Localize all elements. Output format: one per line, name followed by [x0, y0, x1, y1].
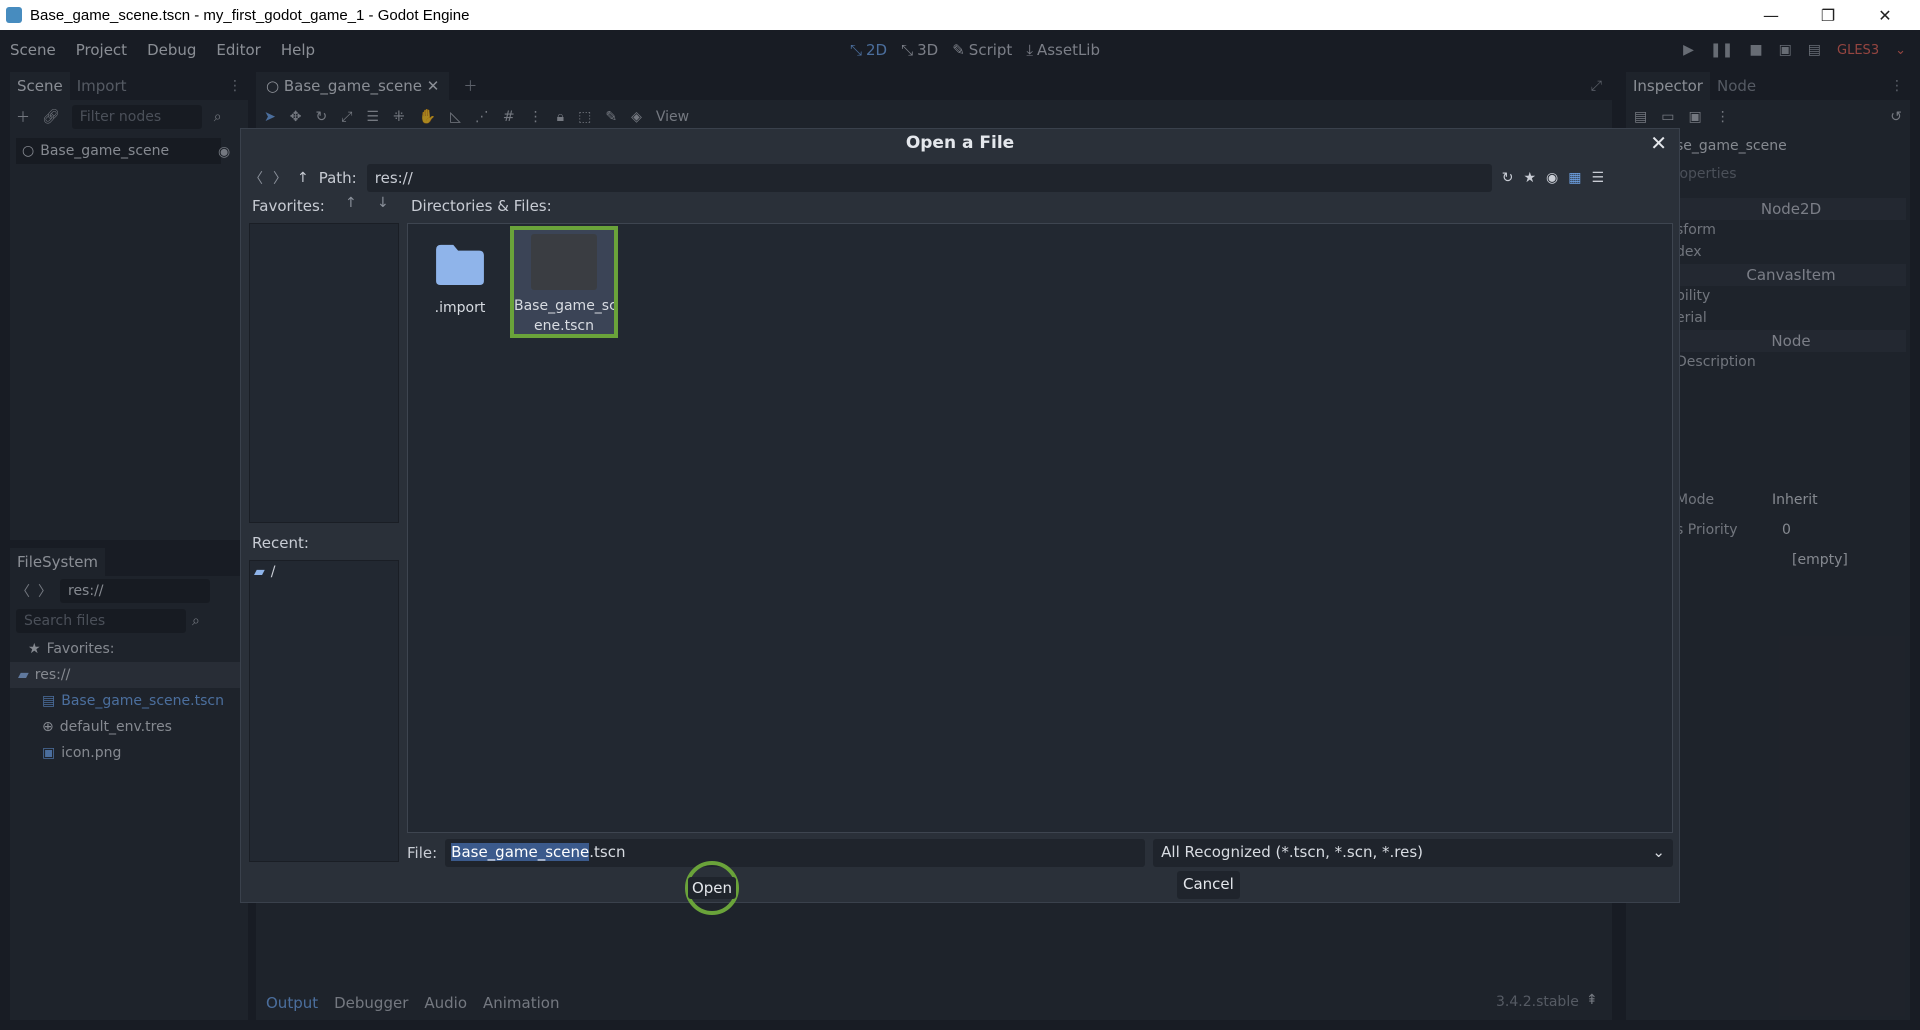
forward-icon[interactable]: 〉: [273, 168, 287, 188]
folder-item-import[interactable]: .import: [410, 232, 510, 332]
file-name-selection: Base_game_scene: [451, 843, 590, 861]
dialog-close-icon[interactable]: ✕: [1650, 131, 1667, 155]
minimize-button[interactable]: —: [1748, 0, 1794, 30]
favorite-star-icon[interactable]: ★: [1523, 170, 1536, 186]
chevron-down-icon: ⌄: [1652, 843, 1665, 861]
recent-item-label: /: [270, 564, 276, 580]
back-icon[interactable]: 〈: [249, 168, 263, 188]
file-browser-grid: .import Base_game_sc ene.tscn: [407, 223, 1673, 833]
directories-files-label: Directories & Files:: [411, 197, 552, 215]
godot-app-icon: [6, 7, 22, 23]
recent-list[interactable]: ▰ /: [249, 560, 399, 862]
dialog-title: Open a File: [905, 133, 1015, 153]
list-view-icon[interactable]: ☰: [1592, 170, 1605, 186]
grid-view-icon[interactable]: ▦: [1568, 170, 1581, 186]
folder-icon: ▰: [254, 564, 265, 580]
dialog-path-bar: 〈 〉 ↑ Path: res:// ↻ ★ ◉ ▦ ☰: [249, 163, 1673, 193]
move-up-icon[interactable]: ↑: [345, 195, 357, 211]
refresh-icon[interactable]: ↻: [1502, 170, 1514, 186]
file-label: File:: [407, 844, 438, 862]
show-hidden-eye-icon[interactable]: ◉: [1546, 170, 1558, 186]
cancel-button[interactable]: Cancel: [1177, 871, 1240, 899]
window-title: Base_game_scene.tscn - my_first_godot_ga…: [30, 6, 470, 24]
file-name-row: File: Base_game_scene.tscn All Recognize…: [407, 839, 1673, 867]
go-up-icon[interactable]: ↑: [297, 170, 309, 186]
favorites-label: Favorites:: [252, 197, 325, 215]
open-file-dialog: Open a File ✕ 〈 〉 ↑ Path: res:// ↻ ★ ◉ ▦…: [240, 128, 1680, 915]
item-label: Base_game_sc ene.tscn: [514, 298, 617, 334]
path-input[interactable]: res://: [366, 164, 1492, 192]
recent-label: Recent:: [252, 534, 309, 552]
file-filter-select[interactable]: All Recognized (*.tscn, *.scn, *.res) ⌄: [1153, 839, 1673, 867]
close-window-button[interactable]: ✕: [1862, 0, 1908, 30]
move-down-icon[interactable]: ↓: [377, 195, 389, 211]
file-filter-value: All Recognized (*.tscn, *.scn, *.res): [1161, 843, 1423, 861]
file-item-base-game-scene[interactable]: Base_game_sc ene.tscn: [510, 226, 618, 338]
file-name-input[interactable]: Base_game_scene.tscn: [445, 839, 1146, 867]
folder-icon: [436, 244, 484, 286]
open-button[interactable]: Open: [687, 877, 737, 899]
recent-item[interactable]: ▰ /: [250, 561, 398, 583]
path-label: Path:: [318, 169, 357, 187]
window-titlebar: Base_game_scene.tscn - my_first_godot_ga…: [0, 0, 1920, 30]
open-button-highlight: Open: [685, 861, 739, 915]
file-name-extension: .tscn: [589, 843, 626, 861]
favorites-list[interactable]: [249, 223, 399, 523]
item-label: .import: [434, 300, 486, 316]
maximize-button[interactable]: ❐: [1805, 0, 1851, 30]
scene-thumbnail-icon: [531, 234, 597, 290]
